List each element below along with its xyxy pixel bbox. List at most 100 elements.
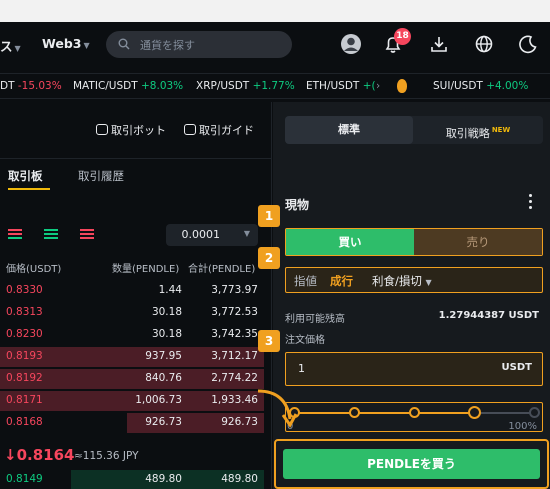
fiat-price: ≈115.36 JPY (74, 450, 139, 462)
row-price: 0.8330 (6, 284, 43, 296)
row-total: 3,772.53 (211, 306, 258, 318)
tools-row: 取引ボット 取引ガイド (0, 102, 272, 159)
row-qty: 489.80 (145, 473, 182, 485)
trading-bot-link[interactable]: 取引ボット (96, 122, 166, 138)
moon-icon[interactable] (517, 33, 539, 55)
ticker-item[interactable]: DT -15.03% (0, 80, 62, 92)
row-total: 3,773.97 (211, 284, 258, 296)
row-qty: 1.44 (158, 284, 182, 296)
ticker-item[interactable]: XRP/USDT +1.77% (196, 80, 295, 92)
ask-row[interactable]: 0.8168 926.73 926.73 (0, 412, 272, 434)
trading-guide-link[interactable]: 取引ガイド (184, 122, 254, 138)
row-price: 0.8192 (6, 372, 43, 384)
col-header-price: 価格(USDT) (6, 264, 62, 275)
order-price-label: 注文価格 (285, 335, 325, 346)
depth-asks-icon[interactable] (80, 229, 94, 241)
strategy-toggle: 標準 取引戦略 NEW (285, 116, 543, 144)
last-price: ↓0.8164 (4, 446, 75, 464)
chevron-down-icon: ▼ (14, 44, 21, 53)
row-qty: 1,006.73 (135, 394, 182, 406)
order-type-market[interactable]: 成行 (330, 273, 353, 289)
tab-standard[interactable]: 標準 (285, 116, 413, 144)
ticker-item[interactable]: ETH/USDT +( (306, 80, 376, 92)
active-tab-indicator (8, 188, 50, 190)
buy-tab[interactable]: 買い (286, 229, 414, 255)
bid-row[interactable]: 0.8149 489.80 489.80 (0, 469, 272, 489)
amount-slider[interactable] (285, 402, 543, 432)
depth-bids-icon[interactable] (44, 229, 58, 241)
ask-row[interactable]: 0.8330 1.44 3,773.97 (0, 280, 272, 302)
row-price: 0.8230 (6, 328, 43, 340)
ask-row[interactable]: 0.8230 30.18 3,742.35 (0, 324, 272, 346)
buy-pendle-button[interactable]: PENDLEを買う (283, 449, 540, 479)
orderbook-panel: 取引ボット 取引ガイド 取引板 取引履歴 0.0001 ▼ 価格(USDT) 数… (0, 102, 272, 489)
buy-sell-toggle: 買い 売り (285, 228, 543, 256)
buy-button-highlight: PENDLEを買う (274, 439, 549, 489)
fire-icon (397, 79, 407, 93)
slider-stop[interactable] (529, 407, 540, 418)
step-marker-2: 2 (258, 247, 280, 269)
search-icon (118, 38, 130, 50)
search-input[interactable]: 通貨を探す (106, 31, 292, 58)
order-price-unit: USDT (501, 362, 532, 373)
search-placeholder: 通貨を探す (140, 39, 195, 52)
ask-row[interactable]: 0.8171 1,006.73 1,933.46 (0, 390, 272, 412)
slider-max-label: 100% (508, 421, 537, 432)
row-price: 0.8313 (6, 306, 43, 318)
slider-stop[interactable] (349, 407, 360, 418)
row-total: 3,742.35 (211, 328, 258, 340)
row-price: 0.8149 (6, 473, 43, 485)
row-qty: 937.95 (145, 350, 182, 362)
tab-trading-strategy[interactable]: 取引戦略 NEW (413, 116, 543, 144)
caret-down-icon: ▼ (425, 278, 432, 287)
row-total: 2,774.22 (211, 372, 258, 384)
slider-stop[interactable] (409, 407, 420, 418)
caret-down-icon: ▼ (243, 229, 250, 238)
col-header-qty: 数量(PENDLE) (112, 264, 180, 275)
trading-app: ス ▼ Web3 ▼ 通貨を探す 18 DT -15.03% MATIC/USDT … (0, 22, 550, 489)
row-qty: 840.76 (145, 372, 182, 384)
top-navbar: ス ▼ Web3 ▼ 通貨を探す 18 (0, 22, 550, 66)
avatar-icon[interactable] (340, 33, 362, 55)
robot-icon (96, 124, 108, 135)
ticker-next-arrow[interactable]: › (376, 80, 380, 92)
order-type-limit[interactable]: 指値 (294, 273, 317, 289)
order-type-tpsl[interactable]: 利食/損切 ▼ (372, 273, 432, 289)
nav-item-web3[interactable]: Web3 ▼ (42, 36, 90, 51)
pointer-arrow-icon (257, 389, 298, 428)
more-icon[interactable] (529, 194, 533, 210)
ticker-bar: DT -15.03% MATIC/USDT +8.03% XRP/USDT +1… (0, 73, 550, 99)
tick-size-select[interactable]: 0.0001 ▼ (166, 224, 258, 246)
sell-tab[interactable]: 売り (414, 229, 542, 255)
depth-both-icon[interactable] (8, 229, 22, 241)
ticker-item[interactable]: SUI/USDT +4.00% (433, 80, 528, 92)
tab-trade-history[interactable]: 取引履歴 (78, 168, 124, 184)
download-icon[interactable] (428, 33, 450, 55)
orderbook-tabs: 取引板 取引履歴 (0, 160, 272, 190)
row-qty: 30.18 (151, 328, 182, 340)
order-type-selector: 指値 成行 利食/損切 ▼ (285, 267, 543, 293)
row-price: 0.8171 (6, 394, 43, 406)
ask-row[interactable]: 0.8313 30.18 3,772.53 (0, 302, 272, 324)
step-marker-1: 1 (258, 205, 280, 227)
book-icon (184, 124, 196, 135)
section-title: 現物 (285, 198, 310, 212)
globe-icon[interactable] (473, 33, 495, 55)
order-price-value: 1 (298, 362, 305, 375)
ask-row[interactable]: 0.8192 840.76 2,774.22 (0, 368, 272, 390)
chevron-down-icon: ▼ (83, 41, 90, 50)
notification-badge: 18 (394, 28, 411, 45)
row-price: 0.8193 (6, 350, 43, 362)
ask-row[interactable]: 0.8193 937.95 3,712.17 (0, 346, 272, 368)
mid-price-row: ↓0.8164 ≈115.36 JPY (0, 445, 272, 469)
row-total: 3,712.17 (211, 350, 258, 362)
tab-orderbook[interactable]: 取引板 (8, 168, 43, 184)
col-header-total: 合計(PENDLE) (188, 264, 256, 275)
row-qty: 30.18 (151, 306, 182, 318)
nav-item-futures[interactable]: ス ▼ (0, 36, 21, 55)
ticker-item[interactable]: MATIC/USDT +8.03% (73, 80, 183, 92)
order-price-input[interactable]: 1 USDT (285, 352, 543, 386)
step-marker-3: 3 (258, 330, 280, 352)
available-balance-label: 利用可能残高 (285, 314, 345, 325)
slider-stop[interactable] (468, 406, 481, 419)
